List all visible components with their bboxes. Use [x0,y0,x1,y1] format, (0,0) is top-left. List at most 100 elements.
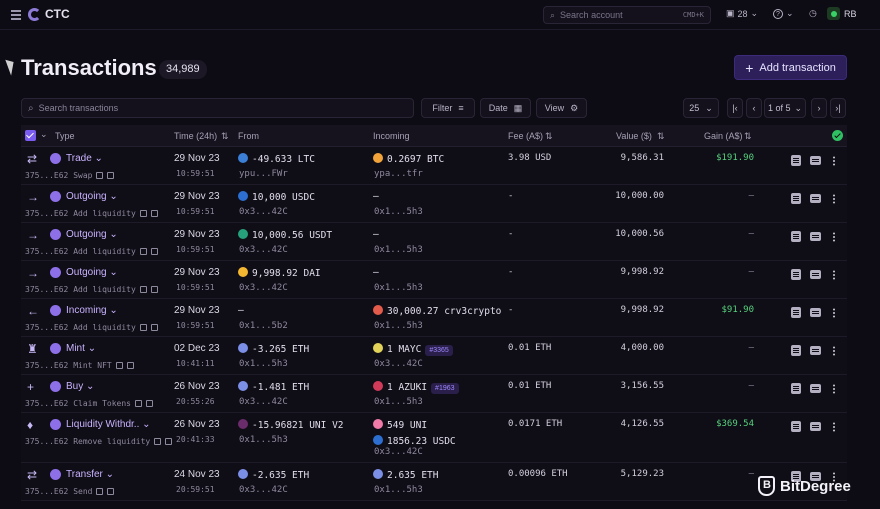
transaction-type[interactable]: Outgoing ⌄ [66,191,118,202]
from-cell[interactable]: 10,000.56 USDT [238,229,332,241]
transaction-type[interactable]: Transfer ⌄ [66,469,114,480]
comment-icon[interactable] [810,346,821,355]
column-fee[interactable]: Fee (A$) [508,131,543,141]
notes-icon[interactable] [791,269,801,280]
notes-icon[interactable] [791,155,801,166]
sort-icon[interactable]: ⇅ [744,131,752,142]
copy-icon[interactable] [126,362,134,369]
incoming-cell[interactable]: – [373,191,379,202]
copy-icon[interactable] [150,286,158,293]
incoming-cell[interactable]: 549 UNI 1856.23 USDC [373,419,456,447]
transaction-type[interactable]: Outgoing ⌄ [66,229,118,240]
more-options-icon[interactable] [833,236,835,238]
table-row[interactable]: ⇄ Trade ⌄ 375...E62 Swap 29 Nov 23 10:59… [21,147,847,185]
external-link-icon[interactable] [115,362,123,369]
column-time[interactable]: Time (24h) [174,131,217,141]
next-page-button[interactable]: › [811,98,827,118]
app-logo[interactable]: CTC [28,7,70,21]
sort-icon[interactable]: ⇅ [221,131,229,142]
view-button[interactable]: View ⚙ [536,98,587,118]
table-row[interactable]: → Outgoing ⌄ 375...E62 Add liquidity 29 … [21,223,847,261]
column-type[interactable]: Type [55,131,75,141]
select-all-checkbox[interactable] [25,130,36,141]
from-cell[interactable]: – [238,305,244,316]
filter-button[interactable]: Filter ≡ [421,98,475,118]
table-row[interactable]: ♦ Liquidity Withdr.. ⌄ 375...E62 Remove … [21,413,847,463]
portfolio-switcher[interactable]: ▣ 28 ⌄ [726,8,758,19]
last-page-button[interactable]: ›| [830,98,846,118]
chevron-down-icon[interactable]: ⌄ [40,129,48,140]
notes-icon[interactable] [791,383,801,394]
help-menu[interactable]: ? ⌄ [773,8,794,19]
from-cell[interactable]: 9,998.92 DAI [238,267,321,279]
page-size-select[interactable]: 25 ⌄ [683,98,719,118]
sort-icon[interactable]: ⇅ [657,131,665,142]
from-cell[interactable]: -15.96821 UNI V2 [238,419,344,431]
more-options-icon[interactable] [833,426,835,428]
table-row[interactable]: → Outgoing ⌄ 375...E62 Add liquidity 29 … [21,185,847,223]
transaction-type[interactable]: Liquidity Withdr.. ⌄ [66,419,151,430]
date-button[interactable]: Date ▦ [480,98,531,118]
incoming-cell[interactable]: 0.2697 BTC [373,153,444,165]
comment-icon[interactable] [810,270,821,279]
table-row[interactable]: + Buy ⌄ 375...E62 Claim Tokens 26 Nov 23… [21,375,847,413]
incoming-cell[interactable]: – [373,267,379,278]
more-options-icon[interactable] [833,160,835,162]
add-transaction-button[interactable]: + Add transaction [734,55,847,80]
comment-icon[interactable] [810,384,821,393]
from-cell[interactable]: -3.265 ETH [238,343,309,355]
more-options-icon[interactable] [833,274,835,276]
comment-icon[interactable] [810,308,821,317]
notes-icon[interactable] [791,193,801,204]
notes-icon[interactable] [791,307,801,318]
transaction-type[interactable]: Incoming ⌄ [66,305,118,316]
comment-icon[interactable] [810,156,821,165]
account-search-input[interactable]: ⌕ Search account CMD+K [543,6,711,24]
more-options-icon[interactable] [833,350,835,352]
more-options-icon[interactable] [833,198,835,200]
from-cell[interactable]: 10,000 USDC [238,191,315,203]
table-row[interactable]: → Outgoing ⌄ 375...E62 Add liquidity 29 … [21,261,847,299]
column-value[interactable]: Value ($) [616,131,652,141]
copy-icon[interactable] [107,488,115,495]
incoming-cell[interactable]: 1 AZUKI #1963 [373,381,459,394]
transaction-type[interactable]: Trade ⌄ [66,153,103,164]
comment-icon[interactable] [810,194,821,203]
external-link-icon[interactable] [96,172,104,179]
more-options-icon[interactable] [833,312,835,314]
comment-icon[interactable] [810,232,821,241]
page-select[interactable]: 1 of 5 ⌄ [764,98,806,118]
from-cell[interactable]: -2.635 ETH [238,469,309,481]
copy-icon[interactable] [145,400,153,407]
clock-icon[interactable]: ◷ [809,8,817,19]
copy-icon[interactable] [107,172,115,179]
prev-page-button[interactable]: ‹ [746,98,762,118]
more-options-icon[interactable] [833,388,835,390]
sort-icon[interactable]: ⇅ [545,131,553,142]
copy-icon[interactable] [150,324,158,331]
external-link-icon[interactable] [139,210,147,217]
transaction-type[interactable]: Mint ⌄ [66,343,96,354]
transaction-type[interactable]: Buy ⌄ [66,381,94,392]
copy-icon[interactable] [165,438,173,445]
notes-icon[interactable] [791,345,801,356]
column-from[interactable]: From [238,131,259,141]
table-row[interactable]: ⇄ Transfer ⌄ 375...E62 Send 24 Nov 23 20… [21,463,847,501]
copy-icon[interactable] [150,210,158,217]
external-link-icon[interactable] [139,324,147,331]
notes-icon[interactable] [791,231,801,242]
incoming-cell[interactable]: 2.635 ETH [373,469,438,481]
external-link-icon[interactable] [154,438,162,445]
from-cell[interactable]: -49.633 LTC [238,153,315,165]
table-row[interactable]: ♜ Mint ⌄ 375...E62 Mint NFT 02 Dec 23 10… [21,337,847,375]
user-menu[interactable]: RB [827,7,857,20]
external-link-icon[interactable] [134,400,142,407]
comment-icon[interactable] [810,422,821,431]
external-link-icon[interactable] [139,286,147,293]
menu-icon[interactable] [11,10,23,20]
external-link-icon[interactable] [96,488,104,495]
from-cell[interactable]: -1.481 ETH [238,381,309,393]
notes-icon[interactable] [791,421,801,432]
column-gain[interactable]: Gain (A$) [704,131,743,141]
external-link-icon[interactable] [139,248,147,255]
